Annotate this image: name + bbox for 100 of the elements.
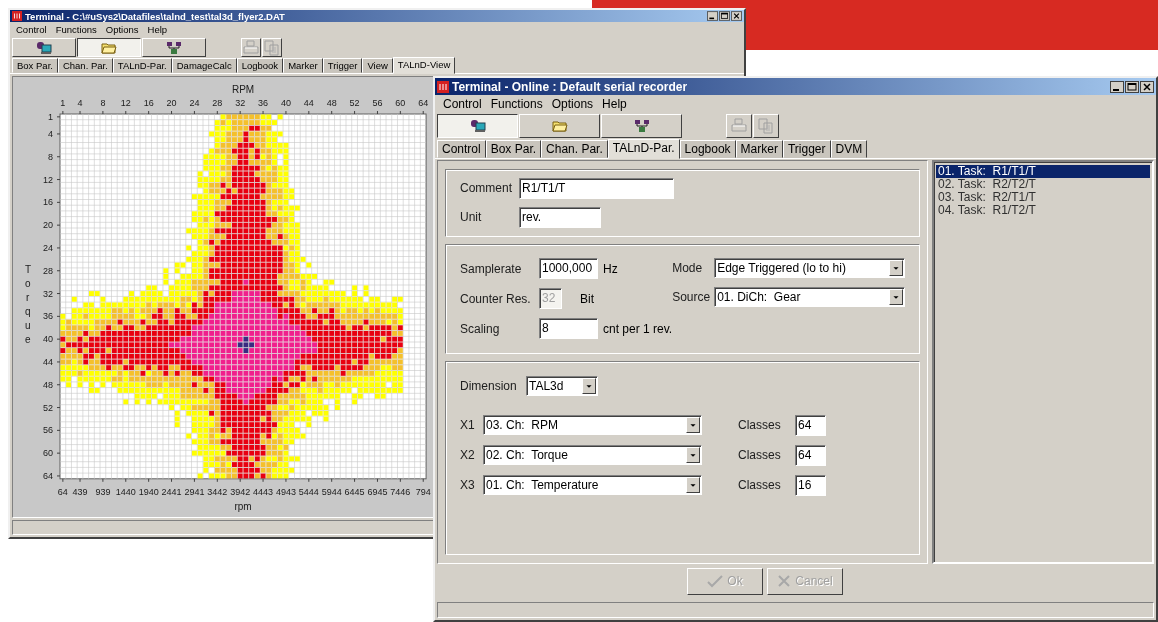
tick-label: 56	[43, 424, 53, 435]
menu-item[interactable]: Options	[105, 24, 139, 36]
input-field[interactable]: 8	[539, 318, 598, 340]
tab[interactable]: Logbook	[679, 139, 736, 158]
tab[interactable]: Control	[437, 139, 486, 158]
field-label: Classes	[738, 418, 782, 433]
tick-label: 64	[57, 486, 68, 497]
field-label: Samplerate	[460, 261, 523, 276]
checkmark-icon	[707, 574, 724, 589]
unit-label: Bit	[580, 291, 594, 306]
axis-title: rpm	[234, 500, 252, 512]
menu-item[interactable]: Help	[147, 24, 168, 36]
dropdown[interactable]: Edge Triggered (lo to hi)	[714, 258, 906, 279]
tick-label: 939	[95, 486, 111, 497]
axis-title: Torque	[25, 262, 31, 347]
field-label: X2	[460, 448, 476, 463]
tick-label: 439	[72, 486, 88, 497]
tick-label: 48	[326, 97, 337, 108]
tab[interactable]: DVM	[830, 139, 868, 158]
list-item[interactable]: 02. Task: R2/T2/T	[936, 177, 1150, 191]
list-item[interactable]: 01. Task: R1/T1/T	[936, 164, 1150, 178]
field-label: Dimension	[460, 378, 518, 393]
tick-label: 794	[415, 486, 431, 497]
maximize-icon[interactable]	[1125, 80, 1139, 93]
list-item[interactable]: 03. Task: R2/T1/T	[936, 190, 1150, 204]
tab[interactable]: Box Par.	[485, 139, 542, 158]
tab[interactable]: Chan. Par.	[57, 57, 113, 73]
tick-label: 1	[48, 111, 53, 122]
toolbar-button[interactable]	[77, 38, 141, 57]
tab[interactable]: Marker	[735, 139, 783, 158]
field-label: Classes	[738, 448, 782, 463]
tab[interactable]: Logbook	[236, 57, 284, 73]
tab[interactable]: Chan. Par.	[541, 139, 608, 158]
field-label: Mode	[672, 261, 704, 276]
list-item[interactable]: 04. Task: R1/T2/T	[936, 203, 1150, 217]
tab[interactable]: Trigger	[322, 57, 363, 73]
comment-field[interactable]: R1/T1/T	[519, 177, 674, 199]
tick-label: 28	[212, 97, 223, 108]
menu-item[interactable]: Functions	[490, 97, 543, 112]
tick-label: 20	[166, 97, 177, 108]
field-label: Scaling	[460, 321, 501, 336]
window-title: Terminal - C:\#uSys2\Datafiles\talnd_test\tal3d_flyer2.DAT	[25, 10, 286, 22]
tab[interactable]: Marker	[283, 57, 323, 73]
dropdown[interactable]: 01. DiCh: Gear	[714, 287, 906, 308]
caret-icon	[582, 377, 596, 394]
tick-label: 32	[235, 97, 246, 108]
tab[interactable]: Box Par.	[12, 57, 58, 73]
classes-field[interactable]: 64	[795, 414, 826, 436]
classes-field[interactable]: 16	[795, 474, 826, 496]
tick-label: 4	[77, 97, 83, 108]
tick-label: 2941	[184, 486, 205, 497]
dropdown[interactable]: 03. Ch: RPM	[483, 415, 702, 436]
tick-label: 24	[189, 97, 200, 108]
tick-label: 16	[43, 196, 53, 207]
tick-label: 6445	[344, 486, 365, 497]
input-field[interactable]: 1000,000	[539, 258, 598, 280]
unit-label: cnt per 1 rev.	[603, 321, 673, 336]
caret-icon	[686, 417, 700, 434]
field-label: Unit	[460, 210, 483, 225]
tick-label: 56	[372, 97, 383, 108]
tab[interactable]: View	[362, 57, 393, 73]
tick-label: 7446	[390, 486, 411, 497]
close-icon[interactable]	[1140, 80, 1154, 93]
menu-item[interactable]: Help	[602, 97, 627, 112]
dropdown[interactable]: 01. Ch: Temperature	[483, 475, 702, 496]
tab[interactable]: TALnD-Par.	[607, 138, 680, 159]
dropdown[interactable]: TAL3d	[526, 375, 598, 396]
tick-label: 16	[143, 97, 154, 108]
tick-label: 3442	[207, 486, 228, 497]
tick-label: 2441	[161, 486, 182, 497]
tick-label: 44	[43, 356, 53, 367]
network-icon	[166, 40, 182, 55]
tab[interactable]: Trigger	[782, 139, 831, 158]
tick-label: 4443	[253, 486, 274, 497]
minimize-icon[interactable]	[707, 11, 718, 22]
caret-icon	[889, 260, 904, 277]
tab[interactable]: DamageCalc	[171, 57, 237, 73]
axis-title: RPM	[231, 83, 255, 95]
minimize-icon[interactable]	[1110, 80, 1124, 93]
tick-label: 64	[43, 470, 53, 481]
copy-icon	[758, 117, 774, 134]
caret-icon	[686, 477, 700, 494]
menu-item[interactable]: Functions	[55, 24, 97, 36]
app-icon	[437, 80, 449, 93]
dropdown[interactable]: 02. Ch: Torque	[483, 445, 702, 466]
field-label: Classes	[738, 478, 782, 493]
tick-label: 12	[120, 97, 131, 108]
tab[interactable]: TALnD-View	[392, 56, 456, 74]
tick-label: 3942	[230, 486, 251, 497]
menu-item[interactable]: Control	[443, 97, 482, 112]
cross-icon	[777, 574, 792, 589]
maximize-icon[interactable]	[719, 11, 730, 22]
unit-field[interactable]: rev.	[519, 206, 601, 228]
classes-field[interactable]: 64	[795, 444, 826, 466]
toolbar-button[interactable]	[437, 114, 518, 138]
tick-label: 40	[43, 333, 53, 344]
menu-item[interactable]: Options	[551, 97, 594, 112]
close-icon[interactable]	[731, 11, 742, 22]
menu-item[interactable]: Control	[16, 24, 47, 36]
tab[interactable]: TALnD-Par.	[112, 57, 172, 73]
